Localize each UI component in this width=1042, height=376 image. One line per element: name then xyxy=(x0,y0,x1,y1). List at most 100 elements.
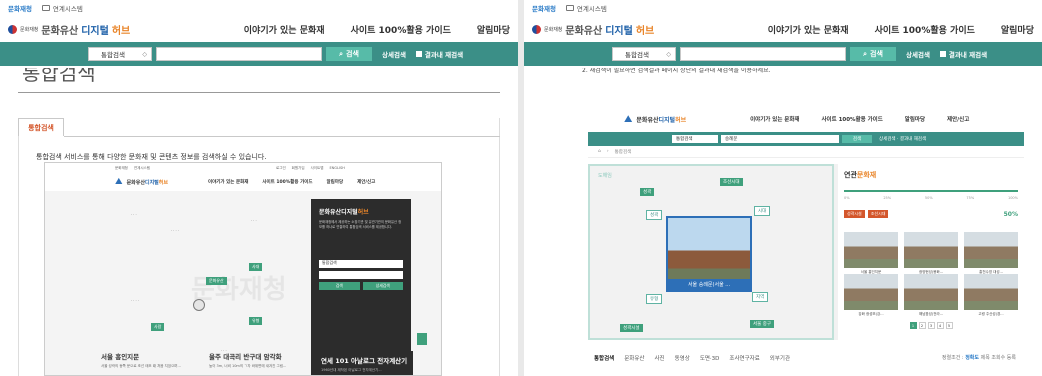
page-button[interactable]: 4 xyxy=(936,322,944,329)
graph-node[interactable]: 성곽 xyxy=(646,210,663,220)
link-systems[interactable]: 연계시스템 xyxy=(565,3,607,13)
featured-card[interactable]: 울주 대곡리 반구대 암각화 높이 3m, 너비 10m의 ㄱ자 바위면에 새겨진… xyxy=(209,351,305,375)
advanced-search-link[interactable]: 상세검색 xyxy=(382,49,406,59)
preview-screenshot: 문화재청 연계시스템 로그인 회원가입 사이트맵 ENGLISH ⛰ 문화유산디… xyxy=(44,162,442,376)
related-title-a: 연관 xyxy=(844,171,857,179)
tab-integrated-search[interactable]: 통합검색 xyxy=(18,118,64,136)
research-toggle[interactable]: 결과내 재검색 xyxy=(415,49,463,59)
tab-all[interactable]: 통합검색 xyxy=(594,354,614,362)
related-heritage-list: 연관문화재 0% 25% 50% 75% 100% 성곽시설 조선시대 5 0% … xyxy=(838,164,1024,340)
keyword-network-graph: 문화재청 문화유산 사람 사대 유형 · · · · · · · · · · ·… xyxy=(101,199,311,375)
heritage-thumb[interactable]: 서울 흥인지문 xyxy=(844,232,898,274)
monitor-icon xyxy=(565,5,574,11)
menu-guide[interactable]: 사이트 100%활용 가이드 xyxy=(875,23,975,36)
similarity-slider[interactable] xyxy=(844,190,1018,192)
sort-others[interactable]: 제목 조회수 등록 xyxy=(981,355,1016,361)
graph-node[interactable]: 조선시대 xyxy=(720,178,743,186)
mini-advanced-button[interactable]: 상세검색 xyxy=(362,282,403,290)
page-button[interactable]: 5 xyxy=(945,322,953,329)
tab-external[interactable]: 외부기관 xyxy=(770,354,790,362)
search-type-select[interactable]: 통합검색 ◇ xyxy=(612,47,676,61)
rs-search-bar: 통합검색 숭례문 검색 상세검색 · 결과내 재검색 xyxy=(588,132,1024,146)
checkbox-icon xyxy=(939,51,946,57)
left-screenshot-panel: 문화재청 연계시스템 문화재청 문화유산 디지털 허브 이야기가 있는 문화재 사이… xyxy=(0,0,518,376)
sort-options: 정렬조건 : 정확도 제목 조회수 등록 xyxy=(942,354,1016,361)
mini-search-button[interactable]: 검색 xyxy=(319,282,360,290)
advanced-search-link[interactable]: 상세검색 xyxy=(906,49,930,59)
rs-logo-a: 문화유산 xyxy=(636,116,659,124)
center-heritage-image[interactable]: 서울 숭례문(서울 ... xyxy=(666,216,752,292)
search-button[interactable]: ⌕ 검색 xyxy=(850,47,896,61)
heritage-thumb[interactable]: 강화 광성보(강... xyxy=(844,274,898,316)
tab-video[interactable]: 동영상 xyxy=(675,354,690,362)
graph-node[interactable]: 유형 xyxy=(646,294,663,304)
search-button[interactable]: ⌕ 검색 xyxy=(326,47,372,61)
heritage-thumb[interactable]: 홍천수영 대성... xyxy=(964,232,1018,274)
top-links: 문화재청 연계시스템 xyxy=(524,0,1042,16)
result-screenshot: ⛰ 문화유산디지털허브 이야기가 있는 문화재 사이트 100%활용 가이드 알… xyxy=(588,106,1024,376)
tab-heritage[interactable]: 문화유산 xyxy=(624,354,644,362)
cloud-word: · · · · xyxy=(171,229,179,233)
heritage-thumb[interactable]: 광양현성(봉화... xyxy=(904,232,958,274)
home-icon: ⌂ xyxy=(598,149,601,154)
mini-menu-3: 알림마당 xyxy=(326,180,344,185)
search-input[interactable] xyxy=(156,47,322,61)
cloud-word: · · · xyxy=(131,213,137,217)
featured-card[interactable]: 서울 흥인지문 서울 성곽의 동쪽 문으로 조선 태조 때 처음 지었으며... xyxy=(101,351,197,375)
page-button[interactable]: 1 xyxy=(909,322,917,329)
site-logo[interactable]: 문화재청 문화유산 디지털 허브 xyxy=(8,22,130,37)
mini-top-links: 문화재청 연계시스템 로그인 회원가입 사이트맵 ENGLISH xyxy=(45,163,441,173)
site-logo[interactable]: 문화재청 문화유산 디지털 허브 xyxy=(532,22,654,37)
page-button[interactable]: 3 xyxy=(927,322,935,329)
mini-link-5: 사이트맵 xyxy=(310,165,324,170)
search-input[interactable] xyxy=(680,47,846,61)
graph-node[interactable]: 시대 xyxy=(754,206,771,216)
mountain-logo-icon: ⛰ xyxy=(115,177,123,187)
chevron-down-icon: ◇ xyxy=(142,51,147,58)
filter-chip[interactable]: 조선시대 xyxy=(867,210,889,218)
mini-search-input[interactable] xyxy=(319,271,403,279)
rs-logo-b: 디지털 xyxy=(658,116,676,124)
graph-node[interactable]: 서울 중구 xyxy=(750,320,774,328)
sort-accuracy[interactable]: 정확도 xyxy=(965,355,979,361)
tab-drawing-3d[interactable]: 도면·3D xyxy=(700,354,720,362)
search-type-select[interactable]: 통합검색 ◇ xyxy=(88,47,152,61)
menu-notice[interactable]: 알림마당 xyxy=(477,23,510,36)
filter-chip[interactable]: 성곽시설 xyxy=(844,210,865,218)
mini-logo-b: 디지털 xyxy=(144,179,159,186)
heritage-thumb[interactable]: 해남읍성(전라... xyxy=(904,274,958,316)
page-button[interactable]: 2 xyxy=(918,322,926,329)
mini-link-2: 연계시스템 xyxy=(133,165,150,170)
heritage-thumb[interactable]: 고령 주산성(경... xyxy=(964,274,1018,316)
link-cha[interactable]: 문화재청 xyxy=(8,3,32,13)
menu-story[interactable]: 이야기가 있는 문화재 xyxy=(244,23,325,36)
graph-node[interactable]: 성곽 xyxy=(640,188,655,196)
link-cha[interactable]: 문화재청 xyxy=(532,3,556,13)
menu-story[interactable]: 이야기가 있는 문화재 xyxy=(768,23,849,36)
rs-search-input: 숭례문 xyxy=(721,135,839,143)
research-toggle[interactable]: 결과내 재검색 xyxy=(939,49,987,59)
menu-notice[interactable]: 알림마당 xyxy=(1001,23,1034,36)
link-systems[interactable]: 연계시스템 xyxy=(41,3,83,13)
search-icon: ⌕ xyxy=(863,49,868,58)
tab-description: 통합검색 서비스를 통해 다양한 문화재 및 콘텐츠 정보를 검색하실 수 있습… xyxy=(36,153,267,161)
tab-line xyxy=(64,136,500,137)
logo-brand-c: 허브 xyxy=(111,25,131,37)
mini-menu: 이야기가 있는 문화재 사이트 100%활용 가이드 알림마당 제안/신고 xyxy=(208,179,375,185)
mini-menu-1: 이야기가 있는 문화재 xyxy=(207,180,249,185)
card-title: 울주 대곡리 반구대 암각화 xyxy=(209,353,282,361)
menu-guide[interactable]: 사이트 100%활용 가이드 xyxy=(351,23,451,36)
mini-search-select[interactable]: 통합검색 xyxy=(319,260,403,268)
intro-side-panel: 문화유산디지털허브 문화재청에서 제공하는 소장기관 및 유관기관의 문화유산 … xyxy=(311,199,411,375)
tab-photo[interactable]: 사진 xyxy=(655,354,665,362)
mini-logo: 문화유산디지털허브 xyxy=(127,179,168,186)
breadcrumb: ⌂ › 통합검색 xyxy=(588,146,1024,158)
hub-node-1: 문화유산 xyxy=(206,277,227,285)
graph-node[interactable]: 성곽시설 xyxy=(620,324,643,332)
scroll-top-button[interactable] xyxy=(417,333,427,345)
intro-title-a: 문화유산디지털 xyxy=(319,209,358,216)
tab-research[interactable]: 조사연구자료 xyxy=(729,354,759,362)
card-summary: 1960년대 제작된 아날로그 전자계산기... xyxy=(321,368,382,372)
graph-node[interactable]: 지역 xyxy=(752,292,769,302)
featured-card[interactable]: 연세 101 아날로그 전자계산기 1960년대 제작된 아날로그 전자계산기..… xyxy=(317,351,413,375)
